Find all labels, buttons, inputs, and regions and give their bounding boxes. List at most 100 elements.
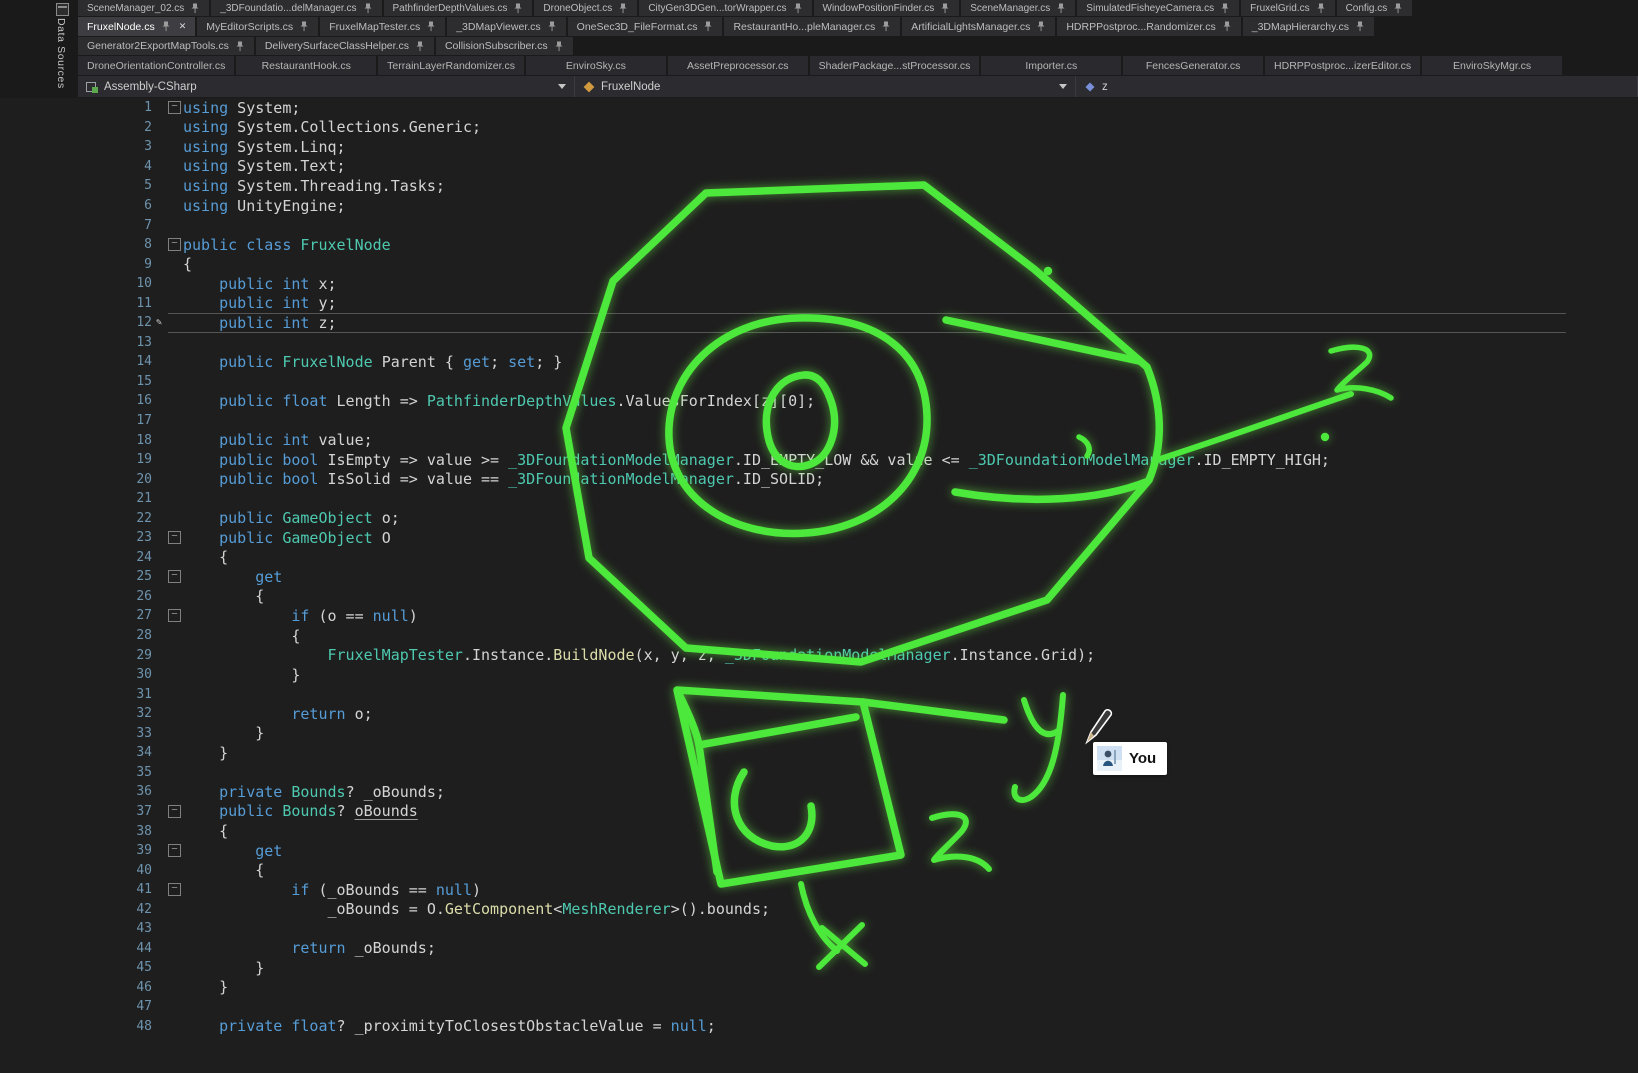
fold-collapse-icon[interactable]: – (168, 101, 181, 114)
type-dropdown[interactable]: FruxelNode (575, 76, 1076, 97)
tab-envirosky-cs[interactable]: EnviroSky.cs (526, 56, 666, 75)
pin-icon[interactable] (618, 3, 628, 14)
tab-fencesgenerator-cs[interactable]: FencesGenerator.cs (1123, 56, 1263, 75)
code-line[interactable]: 28 { (0, 626, 1638, 646)
code-line[interactable]: 12✎ public int z; (0, 313, 1638, 333)
code-line[interactable]: 3using System.Linq; (0, 137, 1638, 157)
pin-icon[interactable] (547, 21, 557, 32)
code-line[interactable]: 2using System.Collections.Generic; (0, 118, 1638, 138)
tab-3dfoundatio-delmanager-cs[interactable]: _3DFoundatio...delManager.cs (211, 0, 381, 16)
tab-collisionsubscriber-cs[interactable]: CollisionSubscriber.cs (436, 37, 573, 55)
tab-windowpositionfinder-cs[interactable]: WindowPositionFinder.cs (814, 0, 960, 16)
code-line[interactable]: 47 (0, 997, 1638, 1017)
code-line[interactable]: 14 public FruxelNode Parent { get; set; … (0, 352, 1638, 372)
tab-hdrppostproc-izereditor-cs[interactable]: HDRPPostproc...izerEditor.cs (1265, 56, 1420, 75)
pin-icon[interactable] (299, 21, 309, 32)
member-dropdown[interactable]: z (1076, 76, 1638, 97)
fold-collapse-icon[interactable]: – (168, 844, 181, 857)
code-editor[interactable]: 1–using System;2using System.Collections… (0, 98, 1638, 1073)
tab-droneobject-cs[interactable]: DroneObject.cs (534, 0, 637, 16)
code-line[interactable]: 29 FruxelMapTester.Instance.BuildNode(x,… (0, 645, 1638, 665)
code-line[interactable]: 40 { (0, 860, 1638, 880)
code-line[interactable]: 11 public int y; (0, 293, 1638, 313)
code-line[interactable]: 36 private Bounds? _oBounds; (0, 782, 1638, 802)
code-line[interactable]: 37– public Bounds? oBounds (0, 802, 1638, 822)
tab-droneorientationcontroller-cs[interactable]: DroneOrientationController.cs (78, 56, 234, 75)
tab-citygen3dgen-torwrapper-cs[interactable]: CityGen3DGen...torWrapper.cs (639, 0, 811, 16)
pin-icon[interactable] (793, 3, 803, 14)
pin-icon[interactable] (415, 41, 425, 52)
pin-icon[interactable] (1355, 21, 1365, 32)
fold-collapse-icon[interactable]: – (168, 570, 181, 583)
code-line[interactable]: 35 (0, 763, 1638, 783)
tab-shaderpackage-stprocessor-cs[interactable]: ShaderPackage...stProcessor.cs (810, 56, 980, 75)
pin-icon[interactable] (190, 3, 200, 14)
pin-icon[interactable] (1316, 3, 1326, 14)
code-line[interactable]: 21 (0, 489, 1638, 509)
pin-icon[interactable] (363, 3, 373, 14)
tab-simulatedfisheyecamera-cs[interactable]: SimulatedFisheyeCamera.cs (1077, 0, 1239, 16)
code-line[interactable]: 6using UnityEngine; (0, 196, 1638, 216)
code-line[interactable]: 38 { (0, 821, 1638, 841)
code-line[interactable]: 43 (0, 919, 1638, 939)
code-line[interactable]: 27– if (o == null) (0, 606, 1638, 626)
fold-collapse-icon[interactable]: – (168, 609, 181, 622)
pin-icon[interactable] (554, 41, 564, 52)
pin-icon[interactable] (513, 3, 523, 14)
code-line[interactable]: 4using System.Text; (0, 157, 1638, 177)
code-line[interactable]: 15 (0, 372, 1638, 392)
code-line[interactable]: 19 public bool IsEmpty => value >= _3DFo… (0, 450, 1638, 470)
tab-config-cs[interactable]: Config.cs (1337, 0, 1413, 16)
code-line[interactable]: 5using System.Threading.Tasks; (0, 176, 1638, 196)
tab-generator2exportmaptools-cs[interactable]: Generator2ExportMapTools.cs (78, 37, 254, 55)
tab-pathfinderdepthvalues-cs[interactable]: PathfinderDepthValues.cs (384, 0, 533, 16)
pin-icon[interactable] (426, 21, 436, 32)
pin-icon[interactable] (1393, 3, 1403, 14)
code-line[interactable]: 45 } (0, 958, 1638, 978)
tab-deliverysurfaceclasshelper-cs[interactable]: DeliverySurfaceClassHelper.cs (256, 37, 434, 55)
code-line[interactable]: 31 (0, 684, 1638, 704)
tab-fruxelmaptester-cs[interactable]: FruxelMapTester.cs (320, 17, 445, 36)
code-line[interactable]: 20 public bool IsSolid => value == _3DFo… (0, 469, 1638, 489)
tab-importer-cs[interactable]: Importer.cs (981, 56, 1121, 75)
code-line[interactable]: 30 } (0, 665, 1638, 685)
pin-icon[interactable] (161, 21, 171, 32)
code-line[interactable]: 23– public GameObject O (0, 528, 1638, 548)
code-line[interactable]: 10 public int x; (0, 274, 1638, 294)
pin-icon[interactable] (881, 21, 891, 32)
fold-collapse-icon[interactable]: – (168, 805, 181, 818)
tab-assetpreprocessor-cs[interactable]: AssetPreprocessor.cs (668, 56, 808, 75)
code-line[interactable]: 8–public class FruxelNode (0, 235, 1638, 255)
code-line[interactable]: 33 } (0, 724, 1638, 744)
tab-restauranthook-cs[interactable]: RestaurantHook.cs (236, 56, 376, 75)
fold-collapse-icon[interactable]: – (168, 531, 181, 544)
tool-tab-data-sources[interactable]: Data Sources (55, 18, 67, 89)
project-dropdown[interactable]: Assembly-CSharp (78, 76, 575, 97)
code-line[interactable]: 26 { (0, 587, 1638, 607)
code-line[interactable]: 7 (0, 215, 1638, 235)
code-line[interactable]: 24 { (0, 548, 1638, 568)
code-line[interactable]: 16 public float Length => PathfinderDept… (0, 391, 1638, 411)
pin-icon[interactable] (235, 41, 245, 52)
tab-3dmapviewer-cs[interactable]: _3DMapViewer.cs (447, 17, 565, 36)
tab-hdrppostproc-randomizer-cs[interactable]: HDRPPostproc...Randomizer.cs (1057, 17, 1240, 36)
tab-fruxelgrid-cs[interactable]: FruxelGrid.cs (1241, 0, 1334, 16)
code-line[interactable]: 32 return o; (0, 704, 1638, 724)
code-line[interactable]: 42 _oBounds = O.GetComponent<MeshRendere… (0, 899, 1638, 919)
pin-icon[interactable] (1220, 3, 1230, 14)
fold-collapse-icon[interactable]: – (168, 238, 181, 251)
tab-artificiallightsmanager-cs[interactable]: ArtificialLightsManager.cs (902, 17, 1055, 36)
code-line[interactable]: 22 public GameObject o; (0, 508, 1638, 528)
tab-scenemanager-02-cs[interactable]: SceneManager_02.cs (78, 0, 209, 16)
tab-scenemanager-cs[interactable]: SceneManager.cs (961, 0, 1075, 16)
tab-terrainlayerrandomizer-cs[interactable]: TerrainLayerRandomizer.cs (378, 56, 524, 75)
code-line[interactable]: 34 } (0, 743, 1638, 763)
pin-icon[interactable] (1036, 21, 1046, 32)
code-line[interactable]: 46 } (0, 978, 1638, 998)
code-line[interactable]: 48 private float? _proximityToClosestObs… (0, 1017, 1638, 1037)
pin-icon[interactable] (1056, 3, 1066, 14)
code-line[interactable]: 1–using System; (0, 98, 1638, 118)
tab-close-icon[interactable]: ✕ (179, 21, 187, 32)
code-line[interactable]: 9{ (0, 254, 1638, 274)
code-line[interactable]: 44 return _oBounds; (0, 939, 1638, 959)
